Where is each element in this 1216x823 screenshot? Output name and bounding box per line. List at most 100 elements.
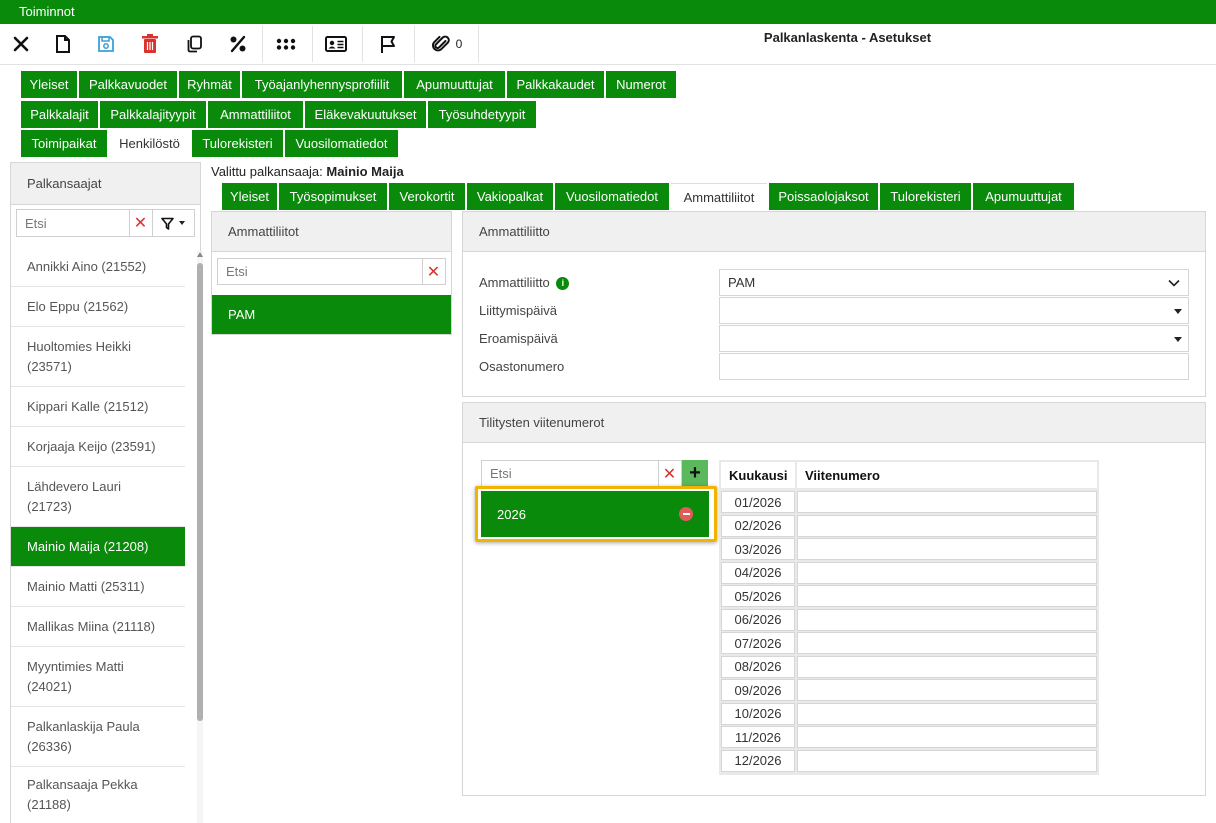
reference-number-input[interactable] — [797, 749, 1097, 772]
tab-palkkakaudet[interactable]: Palkkakaudet — [507, 71, 604, 98]
month-cell: 12/2026 — [721, 749, 795, 772]
copy-icon — [187, 35, 202, 53]
add-year-button[interactable]: + — [682, 460, 708, 487]
filter-icon — [161, 217, 174, 230]
reference-number-input[interactable] — [797, 702, 1097, 725]
join-date-field[interactable] — [719, 297, 1189, 324]
reference-number-input[interactable] — [797, 632, 1097, 654]
union-details-panel: Ammattiliitto Ammattiliitto i PAM Liitty… — [462, 211, 1206, 397]
month-cell: 01/2026 — [721, 491, 795, 513]
reference-number-input[interactable] — [797, 514, 1097, 537]
info-icon[interactable]: i — [556, 277, 570, 291]
filter-button[interactable] — [152, 209, 195, 237]
leave-date-field[interactable] — [719, 325, 1189, 352]
employees-panel: Palkansaajat Etsi ✕ Annikki Aino (21552)… — [10, 162, 203, 823]
tab-palkkavuodet[interactable]: Palkkavuodet — [79, 71, 177, 98]
tab-palkkalajityypit[interactable]: Palkkalajityypit — [100, 101, 206, 128]
menu-title[interactable]: Toiminnot — [19, 4, 75, 19]
apps-button[interactable] — [270, 24, 302, 64]
reference-number-input[interactable] — [797, 561, 1097, 584]
employees-search-input[interactable]: Etsi — [16, 209, 130, 237]
subtab-vakiopalkat[interactable]: Vakiopalkat — [467, 183, 553, 210]
list-item[interactable]: Elo Eppu (21562) — [11, 287, 185, 327]
year-list-item-selected[interactable]: 2026 — [481, 491, 709, 537]
list-item[interactable]: Annikki Aino (21552) — [11, 247, 185, 287]
id-card-button[interactable] — [320, 24, 352, 64]
tab-apumuuttujat[interactable]: Apumuuttujat — [404, 71, 505, 98]
reference-number-input[interactable] — [797, 585, 1097, 607]
employees-search-clear-icon[interactable]: ✕ — [129, 209, 153, 237]
tab-ammattiliitot[interactable]: Ammattiliitot — [208, 101, 303, 128]
employees-scrollbar-thumb[interactable] — [197, 263, 203, 721]
union-select[interactable]: PAM — [719, 269, 1189, 296]
reference-number-input[interactable] — [797, 679, 1097, 701]
toolbar: 0 Palkanlaskenta - Asetukset — [0, 24, 1216, 65]
remove-icon[interactable] — [679, 507, 693, 521]
list-item-selected[interactable]: Mainio Maija (21208) — [11, 527, 185, 567]
list-item[interactable]: Mainio Matti (25311) — [11, 567, 185, 607]
new-button[interactable] — [48, 24, 78, 64]
top-menu-bar[interactable]: Toiminnot — [0, 0, 1216, 24]
flag-button[interactable] — [372, 24, 404, 64]
years-search-input[interactable]: Etsi — [481, 460, 659, 487]
toolbar-separator — [362, 26, 363, 62]
copy-button[interactable] — [179, 24, 209, 64]
tab-numerot[interactable]: Numerot — [606, 71, 676, 98]
list-item[interactable]: Palkanlaskija Paula (26336) — [11, 707, 185, 767]
tab-tyosuhdetyypit[interactable]: Työsuhdetyypit — [428, 101, 536, 128]
selected-employee: Valittu palkansaaja: Mainio Maija — [211, 164, 404, 179]
reference-numbers-title: Tilitysten viitenumerot — [463, 403, 1205, 443]
id-card-icon — [325, 36, 347, 52]
subtab-poissaolojaksot[interactable]: Poissaolojaksot — [769, 183, 878, 210]
tab-elakevakuutukset[interactable]: Eläkevakuutukset — [305, 101, 426, 128]
tab-palkkalajit[interactable]: Palkkalajit — [21, 101, 98, 128]
list-item[interactable]: Mallikas Miina (21118) — [11, 607, 185, 647]
reference-number-input[interactable] — [797, 655, 1097, 678]
month-cell: 10/2026 — [721, 702, 795, 725]
new-file-icon — [56, 35, 70, 53]
subtab-verokortit[interactable]: Verokortit — [389, 183, 465, 210]
reference-number-input[interactable] — [797, 608, 1097, 631]
tab-tyoajanlyhennysprofiilit[interactable]: Työajanlyhennysprofiilit — [242, 71, 402, 98]
attachment-button[interactable]: 0 — [422, 24, 472, 64]
list-item[interactable]: Kippari Kalle (21512) — [11, 387, 185, 427]
union-list-item-selected[interactable]: PAM — [212, 295, 451, 334]
tab-yleiset[interactable]: Yleiset — [21, 71, 77, 98]
reference-number-input[interactable] — [797, 491, 1097, 513]
column-header-reference: Viitenumero — [797, 462, 1097, 488]
unions-search-input[interactable]: Etsi — [217, 258, 423, 285]
tab-tulorekisteri[interactable]: Tulorekisteri — [192, 130, 283, 157]
subtab-yleiset[interactable]: Yleiset — [222, 183, 277, 210]
list-item[interactable]: Palkansaaja Pekka (21188) — [11, 767, 185, 823]
list-item[interactable]: Huoltomies Heikki (23571) — [11, 327, 185, 387]
close-button[interactable] — [6, 24, 36, 64]
reference-number-input[interactable] — [797, 538, 1097, 560]
tab-toimipaikat[interactable]: Toimipaikat — [21, 130, 107, 157]
subtab-apumuuttujat[interactable]: Apumuuttujat — [973, 183, 1074, 210]
list-item[interactable]: Lähdevero Lauri (21723) — [11, 467, 185, 527]
tab-vuosilomatiedot[interactable]: Vuosilomatiedot — [285, 130, 398, 157]
years-search-clear-icon[interactable]: ✕ — [658, 460, 682, 487]
percent-button[interactable] — [223, 24, 253, 64]
department-number-field[interactable] — [719, 353, 1189, 380]
subtab-ammattiliitot[interactable]: Ammattiliitot — [671, 183, 767, 210]
dropdown-caret-icon[interactable] — [1174, 336, 1182, 342]
month-cell: 07/2026 — [721, 632, 795, 654]
month-cell: 04/2026 — [721, 561, 795, 584]
department-number-label: Osastonumero — [479, 359, 565, 374]
leave-date-label: Eroamispäivä — [479, 331, 558, 346]
save-button[interactable] — [91, 24, 121, 64]
subtab-vuosilomatiedot[interactable]: Vuosilomatiedot — [555, 183, 669, 210]
list-item[interactable]: Myyntimies Matti (24021) — [11, 647, 185, 707]
delete-button[interactable] — [135, 24, 165, 64]
subtab-tulorekisteri[interactable]: Tulorekisteri — [880, 183, 971, 210]
scroll-up-arrow-icon[interactable] — [197, 252, 203, 257]
employees-panel-title: Palkansaajat — [11, 163, 200, 205]
reference-number-input[interactable] — [797, 726, 1097, 748]
dropdown-caret-icon[interactable] — [1174, 308, 1182, 314]
unions-search-clear-icon[interactable]: ✕ — [422, 258, 446, 285]
tab-ryhmat[interactable]: Ryhmät — [179, 71, 240, 98]
subtab-tyosopimukset[interactable]: Työsopimukset — [279, 183, 387, 210]
list-item[interactable]: Korjaaja Keijo (23591) — [11, 427, 185, 467]
tab-henkilosto[interactable]: Henkilöstö — [109, 130, 190, 157]
